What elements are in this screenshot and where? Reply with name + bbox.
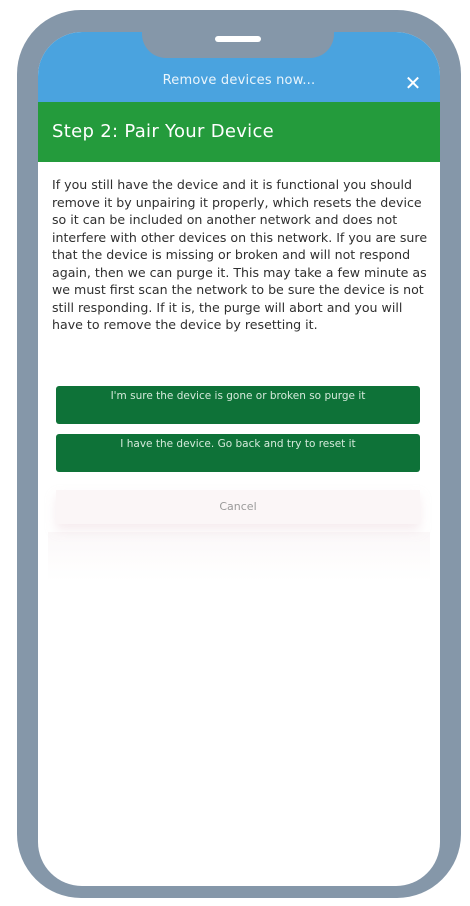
phone-screen: Remove devices now... ✕ Step 2: Pair You… [38, 32, 440, 886]
close-icon[interactable]: ✕ [400, 70, 426, 96]
cancel-button[interactable]: Cancel [56, 490, 420, 524]
go-back-reset-button[interactable]: I have the device. Go back and try to re… [56, 434, 420, 472]
purge-device-button[interactable]: I'm sure the device is gone or broken so… [56, 386, 420, 424]
dialog-title: Remove devices now... [162, 73, 316, 88]
cancel-shadow [48, 532, 430, 582]
phone-notch [142, 10, 334, 58]
step-title: Step 2: Pair Your Device [52, 121, 275, 142]
phone-speaker [215, 36, 261, 42]
step-header: Step 2: Pair Your Device [38, 102, 440, 162]
instructions-text: If you still have the device and it is f… [52, 177, 428, 332]
